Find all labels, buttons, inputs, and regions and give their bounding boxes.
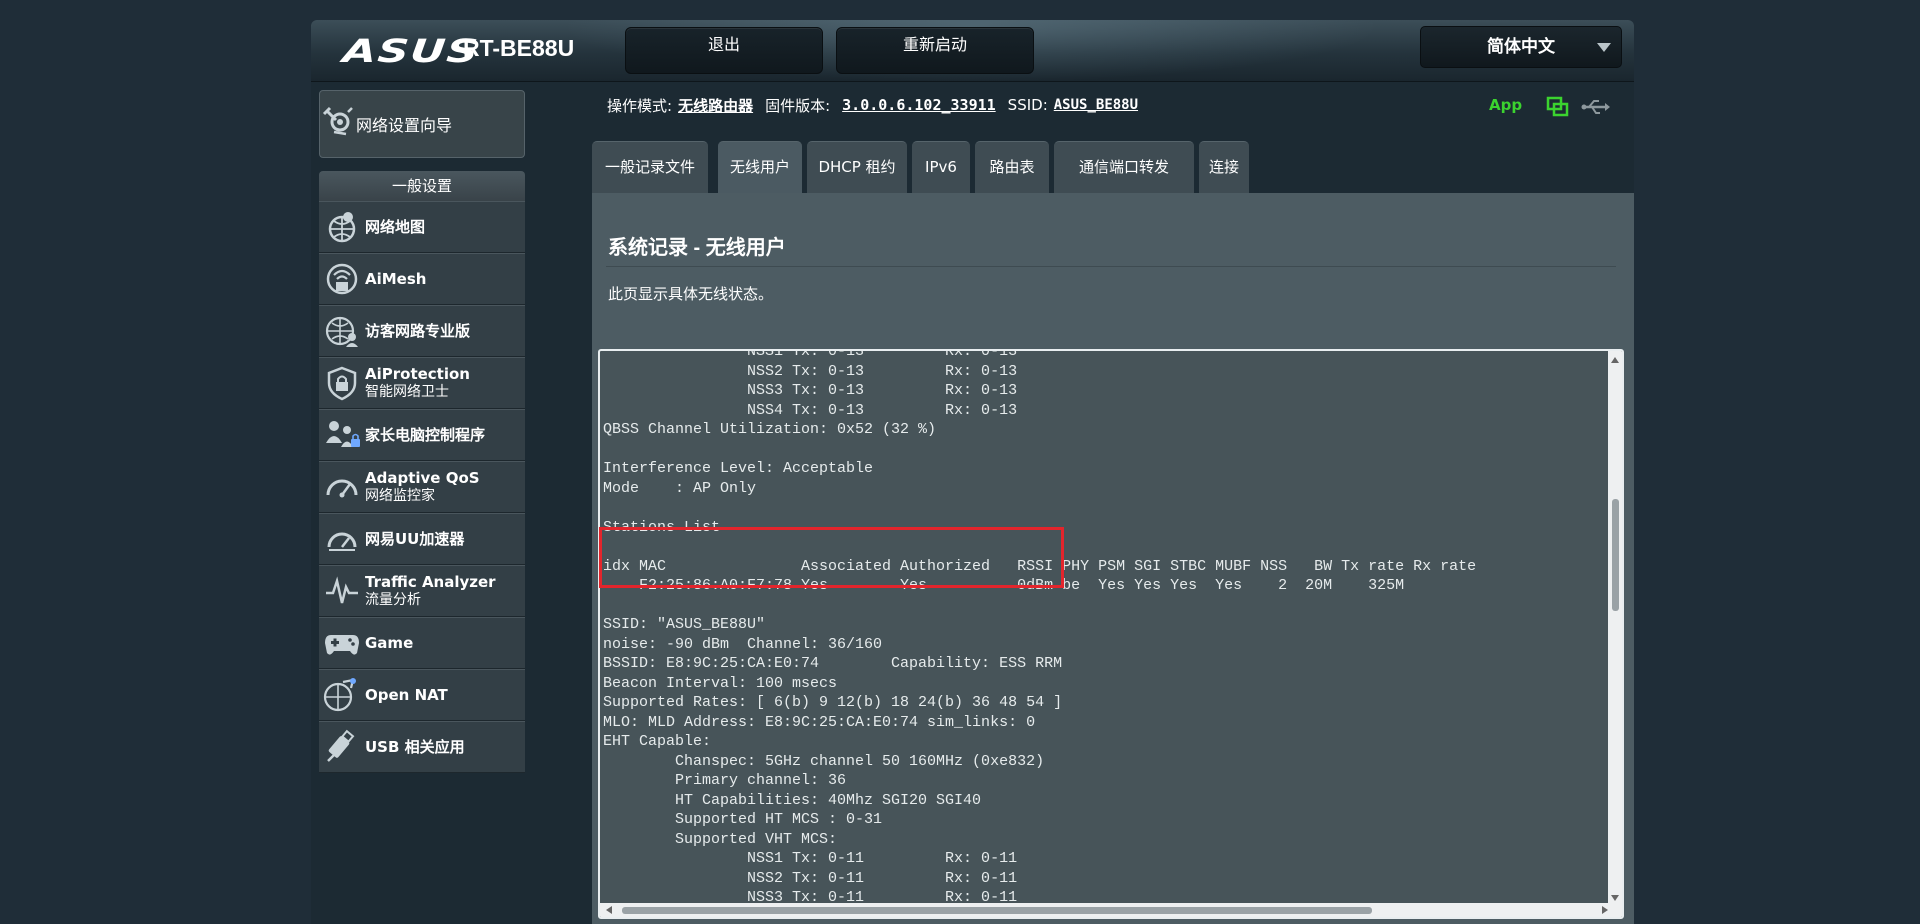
sidebar-item-sublabel: 流量分析 <box>365 592 421 608</box>
top-banner: ASUS RT-BE88U 退出 重新启动 简体中文 <box>311 20 1634 82</box>
tab-4[interactable]: 路由表 <box>975 141 1049 194</box>
sidebar-item-label-group: Open NAT <box>365 686 448 704</box>
sidebar-item-label: Game <box>365 634 414 652</box>
mode-link[interactable]: 无线路由器 <box>678 95 753 116</box>
wizard-icon <box>320 104 356 144</box>
open-nat-icon <box>319 669 365 721</box>
sidebar-item-label-group: Traffic Analyzer 流量分析 <box>365 573 496 609</box>
sidebar-item-network-wizard[interactable]: 网络设置向导 <box>319 90 525 158</box>
vertical-scrollbar[interactable] <box>1608 351 1622 905</box>
scroll-down-icon[interactable] <box>1611 895 1619 901</box>
mode-label: 操作模式: <box>607 96 673 115</box>
language-value: 简体中文 <box>1487 37 1555 57</box>
sidebar-item-label-group: 网易UU加速器 <box>365 530 464 548</box>
sidebar-item-sublabel: 网络监控家 <box>365 488 435 504</box>
sidebar-item-label: AiProtection <box>365 365 470 383</box>
sidebar-item-label: 网易UU加速器 <box>365 530 465 548</box>
sidebar-item-label: Open NAT <box>365 686 448 704</box>
sidebar-item-1[interactable]: AiMesh <box>319 253 525 305</box>
sidebar-item-label-group: Game <box>365 634 413 652</box>
network-status-icon[interactable] <box>1546 95 1570 123</box>
sidebar-item-label-group: AiMesh <box>365 270 426 288</box>
sidebar-item-label: 家长电脑控制程序 <box>365 426 486 444</box>
sidebar-item-8[interactable]: Game <box>319 617 525 669</box>
sidebar-item-label-group: AiProtection 智能网络卫士 <box>365 365 470 401</box>
title-divider <box>606 266 1616 267</box>
sidebar-item-4[interactable]: 家长电脑控制程序 <box>319 409 525 461</box>
vertical-scroll-thumb[interactable] <box>1612 499 1619 611</box>
speedometer-icon <box>319 513 365 565</box>
usb-icon <box>319 721 365 773</box>
sidebar-item-2[interactable]: 访客网路专业版 <box>319 305 525 357</box>
tab-2[interactable]: DHCP 租约 <box>807 141 907 194</box>
sidebar-item-sublabel: 智能网络卫士 <box>365 384 449 400</box>
firmware-link[interactable]: 3.0.0.6.102_33911 <box>842 96 996 114</box>
firmware-label: 固件版本: <box>765 96 831 115</box>
reboot-button[interactable]: 重新启动 <box>836 27 1034 74</box>
tab-6[interactable]: 连接 <box>1199 141 1249 194</box>
sidebar-item-5[interactable]: Adaptive QoS 网络监控家 <box>319 461 525 513</box>
scrollbar-corner <box>1608 903 1622 917</box>
app-link[interactable]: App <box>1489 96 1522 114</box>
asus-logo[interactable]: ASUS <box>341 32 481 70</box>
guest-network-icon <box>319 305 365 357</box>
language-select[interactable]: 简体中文 <box>1420 26 1622 68</box>
sidebar-item-3[interactable]: AiProtection 智能网络卫士 <box>319 357 525 409</box>
sidebar-item-0[interactable]: 网络地图 <box>319 201 525 253</box>
chevron-down-icon <box>1597 43 1611 52</box>
sidebar-item-label-group: 家长电脑控制程序 <box>365 426 485 444</box>
sidebar-item-label: 网络设置向导 <box>356 116 453 135</box>
sidebar-item-10[interactable]: USB 相关应用 <box>319 721 525 773</box>
sidebar-item-label: Traffic Analyzer <box>365 573 496 591</box>
sidebar-item-label-group: 访客网路专业版 <box>365 322 470 340</box>
tab-5[interactable]: 通信端口转发 <box>1054 141 1194 194</box>
wireless-log-text: NSS1 Tx: 0-13 Rx: 0-13 NSS2 Tx: 0-13 Rx:… <box>603 349 1477 917</box>
ssid-link[interactable]: ASUS_BE88U <box>1054 97 1138 113</box>
gauge-icon <box>319 461 365 513</box>
page-description: 此页显示具体无线状态。 <box>608 285 774 303</box>
sidebar-item-label: 网络地图 <box>365 218 426 236</box>
router-admin-frame: ASUS RT-BE88U 退出 重新启动 简体中文 网络设置向导 一般设置 网… <box>311 20 1634 924</box>
asus-logo-text: ASUS <box>341 32 481 70</box>
model-name: RT-BE88U <box>463 35 575 61</box>
parental-control-icon <box>319 409 365 461</box>
main-content: 系统记录 - 无线用户 此页显示具体无线状态。 NSS1 Tx: 0-13 Rx… <box>592 193 1634 924</box>
sidebar-item-label: AiMesh <box>365 270 427 288</box>
sidebar-section-title: 一般设置 <box>319 171 525 201</box>
pulse-icon <box>319 565 365 617</box>
tab-3[interactable]: IPv6 <box>912 141 970 194</box>
tab-1[interactable]: 无线用户 <box>718 141 802 194</box>
tab-0[interactable]: 一般记录文件 <box>592 141 708 194</box>
wireless-log-textarea[interactable]: NSS1 Tx: 0-13 Rx: 0-13 NSS2 Tx: 0-13 Rx:… <box>598 349 1624 919</box>
sidebar-item-label-group: Adaptive QoS 网络监控家 <box>365 469 480 505</box>
status-bar: 操作模式: 无线路由器 固件版本: 3.0.0.6.102_33911 SSID… <box>607 93 1150 117</box>
sidebar-item-9[interactable]: Open NAT <box>319 669 525 721</box>
sidebar-item-7[interactable]: Traffic Analyzer 流量分析 <box>319 565 525 617</box>
usb-status-icon[interactable] <box>1581 98 1611 120</box>
sidebar-item-label-group: 网络地图 <box>365 218 425 236</box>
horizontal-scroll-thumb[interactable] <box>622 907 1372 914</box>
sidebar-item-label-group: USB 相关应用 <box>365 738 465 756</box>
page-title: 系统记录 - 无线用户 <box>608 237 786 259</box>
sidebar-item-label: 访客网路专业版 <box>365 322 471 340</box>
ssid-label: SSID: <box>1007 96 1048 114</box>
sidebar-item-label: USB 相关应用 <box>365 738 465 756</box>
gamepad-icon <box>319 617 365 669</box>
sidebar-item-6[interactable]: 网易UU加速器 <box>319 513 525 565</box>
aimesh-icon <box>319 253 365 305</box>
shield-lock-icon <box>319 357 365 409</box>
scroll-up-icon[interactable] <box>1611 357 1619 363</box>
logout-button[interactable]: 退出 <box>625 27 823 74</box>
network-map-icon <box>319 201 365 253</box>
scroll-left-icon[interactable] <box>606 906 612 914</box>
horizontal-scrollbar[interactable] <box>600 903 1612 917</box>
sidebar-item-label: Adaptive QoS <box>365 469 480 487</box>
